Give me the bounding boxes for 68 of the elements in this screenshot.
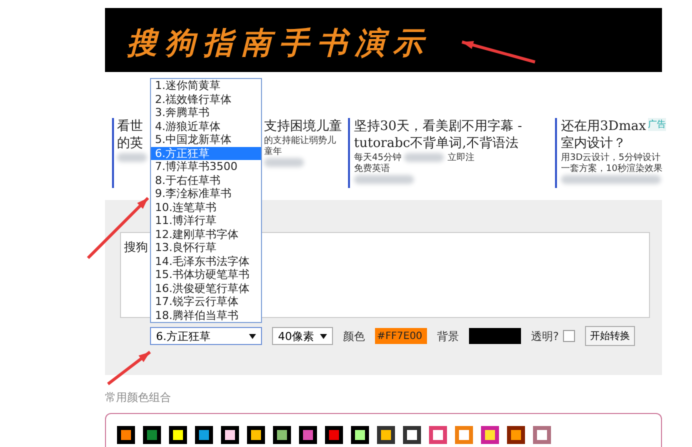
font-option[interactable]: 4.游狼近草体 bbox=[151, 120, 261, 133]
ad-text: 用3D云设计，5分钟设计 bbox=[561, 152, 660, 162]
background-label: 背景 bbox=[437, 328, 459, 344]
color-preset[interactable] bbox=[377, 426, 395, 444]
font-option[interactable]: 2.禚效锋行草体 bbox=[151, 92, 261, 106]
font-option[interactable]: 17.锐字云行草体 bbox=[151, 295, 261, 308]
caret-icon bbox=[320, 334, 327, 338]
presets-title: 常用颜色组合 bbox=[105, 390, 172, 405]
color-preset[interactable] bbox=[221, 426, 239, 444]
ad-badge: 广告 bbox=[648, 118, 666, 131]
size-select[interactable]: 40像素 bbox=[272, 327, 333, 345]
font-option[interactable]: 5.中国龙新草体 bbox=[151, 133, 261, 146]
font-option[interactable]: 6.方正狂草 bbox=[151, 146, 261, 160]
ad-title: 看世 bbox=[117, 118, 143, 135]
transparent-label: 透明? bbox=[531, 328, 559, 344]
banner-title: 搜狗指南手书演示 bbox=[127, 25, 431, 63]
font-option[interactable]: 14.毛泽东书法字体 bbox=[151, 254, 261, 268]
ad-card[interactable]: 坚持30天，看美剧不用字幕 - tutorabc不背单词,不背语法 每天45分钟 立即注 免费英语 bbox=[348, 118, 555, 188]
ad-text: 的支持能让弱势儿 bbox=[264, 136, 336, 146]
color-preset[interactable] bbox=[247, 426, 265, 444]
blurred-patch bbox=[117, 153, 147, 162]
ad-text: 立即注 bbox=[447, 152, 474, 162]
font-option[interactable]: 3.奔腾草书 bbox=[151, 106, 261, 120]
ad-title: 坚持30天，看美剧不用字幕 - bbox=[354, 118, 522, 135]
ad-title: 室内设计？ bbox=[561, 135, 626, 152]
color-preset[interactable] bbox=[403, 426, 421, 444]
font-option[interactable]: 10.连笔草书 bbox=[151, 200, 261, 214]
color-preset[interactable] bbox=[481, 426, 499, 444]
ad-title: 还在用3Dmax bbox=[561, 118, 646, 135]
ad-text: 一套方案，10秒渲染效果 bbox=[561, 164, 662, 174]
color-preset[interactable] bbox=[455, 426, 473, 444]
ad-text: 童年 bbox=[264, 146, 282, 156]
color-preset[interactable] bbox=[299, 426, 317, 444]
color-preset[interactable] bbox=[507, 426, 525, 444]
ad-title: 的英 bbox=[117, 135, 143, 152]
annotation-arrow bbox=[86, 196, 150, 260]
ad-text: 每天45分钟 bbox=[354, 152, 402, 162]
color-preset[interactable] bbox=[195, 426, 213, 444]
blurred-patch bbox=[264, 158, 304, 167]
blurred-patch bbox=[404, 153, 444, 162]
color-field[interactable]: #FF7E00 bbox=[375, 328, 427, 344]
font-select[interactable]: 6.方正狂草 bbox=[150, 327, 262, 345]
blurred-patch bbox=[354, 175, 414, 184]
font-option[interactable]: 13.良怀行草 bbox=[151, 241, 261, 254]
convert-button[interactable]: 开始转换 bbox=[584, 326, 635, 346]
color-preset[interactable] bbox=[325, 426, 343, 444]
font-option[interactable]: 11.博洋行草 bbox=[151, 214, 261, 228]
ad-title: tutorabc不背单词,不背语法 bbox=[354, 135, 518, 152]
annotation-arrow bbox=[107, 350, 151, 386]
color-preset[interactable] bbox=[273, 426, 291, 444]
font-option[interactable]: 9.李洤标准草书 bbox=[151, 187, 261, 200]
caret-icon bbox=[249, 334, 256, 338]
font-option[interactable]: 15.书体坊硬笔草书 bbox=[151, 268, 261, 282]
color-preset[interactable] bbox=[117, 426, 135, 444]
transparent-checkbox[interactable] bbox=[562, 330, 575, 342]
ad-title: 支持困境儿童 bbox=[264, 118, 342, 135]
font-option[interactable]: 8.于右任草书 bbox=[151, 174, 261, 187]
font-option[interactable]: 16.洪俊硬笔行草体 bbox=[151, 282, 261, 295]
color-preset[interactable] bbox=[533, 426, 551, 444]
font-option[interactable]: 7.博洋草书3500 bbox=[151, 160, 261, 174]
color-preset[interactable] bbox=[169, 426, 187, 444]
background-color-field[interactable] bbox=[469, 328, 521, 344]
font-option[interactable]: 1.迷你简黄草 bbox=[151, 79, 261, 92]
ad-text: 免费英语 bbox=[354, 164, 390, 174]
color-preset[interactable] bbox=[429, 426, 447, 444]
color-preset[interactable] bbox=[143, 426, 161, 444]
color-label: 颜色 bbox=[343, 328, 365, 344]
color-preset[interactable] bbox=[351, 426, 369, 444]
